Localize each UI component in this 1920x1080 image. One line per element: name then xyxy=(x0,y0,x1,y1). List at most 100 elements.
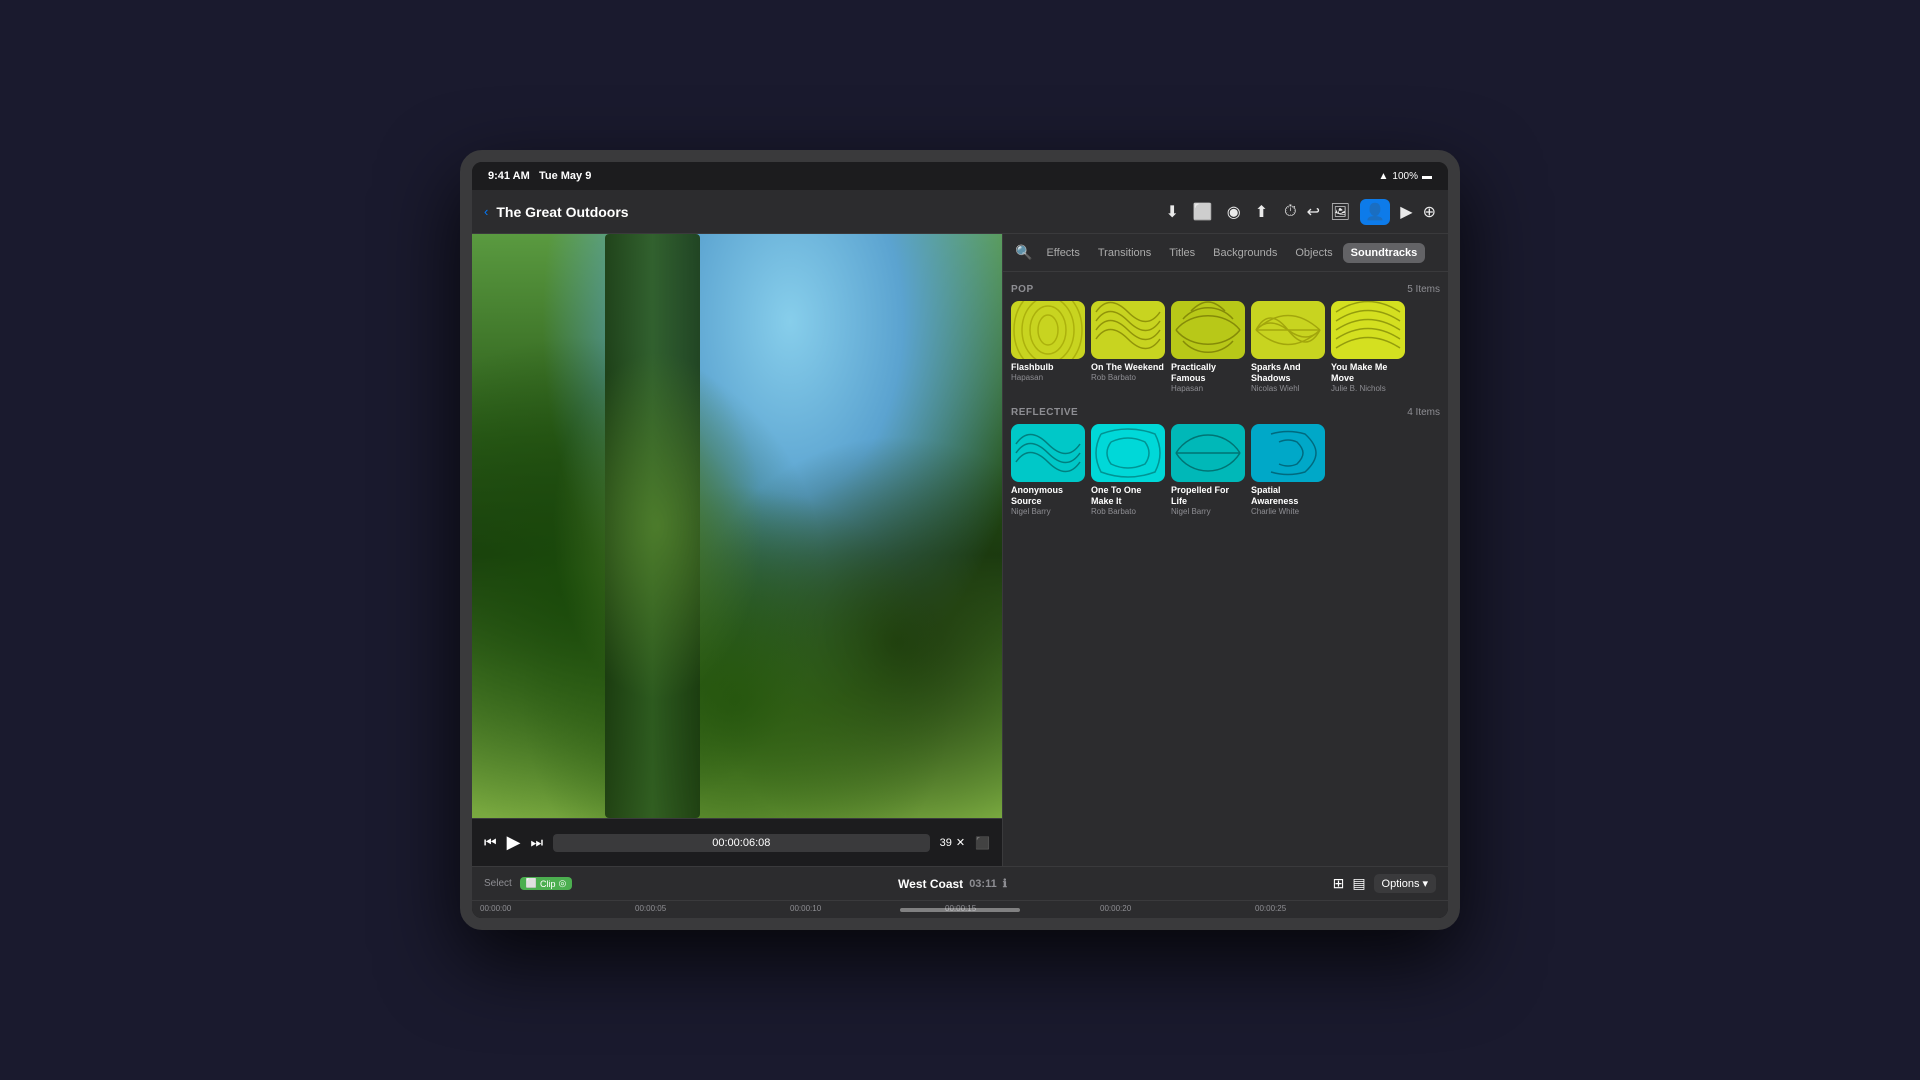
playhead xyxy=(672,919,674,930)
sound-item-propelledforlife[interactable]: Propelled For Life Nigel Barry xyxy=(1171,424,1245,516)
sound-thumb-youmakememove xyxy=(1331,301,1405,359)
sound-artist-youmakememove: Julie B. Nichols xyxy=(1331,384,1405,394)
tab-backgrounds[interactable]: Backgrounds xyxy=(1205,243,1285,263)
onetoonemake-pattern xyxy=(1091,424,1165,482)
sound-artist-spatialawareness: Charlie White xyxy=(1251,507,1325,517)
clip-badge-icon: ⬜ xyxy=(526,878,537,889)
panel-tabs: 🔍 Effects Transitions Titles Backgrounds… xyxy=(1003,234,1448,272)
playback-icon[interactable]: ▶ xyxy=(1400,202,1412,222)
sound-artist-propelledforlife: Nigel Barry xyxy=(1171,507,1245,517)
wifi-icon: ▲ xyxy=(1379,171,1389,182)
main-content: ⏮ ▶ ⏭ 00:00:06:08 39 ✕ ⬛ 🔍 Effects Trans… xyxy=(472,234,1448,866)
status-time: 9:41 AM Tue May 9 xyxy=(488,170,591,182)
sound-thumb-propelledforlife xyxy=(1171,424,1245,482)
sound-name-onetoonemake: One To One Make It xyxy=(1091,485,1165,507)
sound-name-spatialawareness: Spatial Awareness xyxy=(1251,485,1325,507)
moss-detail xyxy=(552,351,764,701)
sound-item-youmakememove[interactable]: You Make Me Move Julie B. Nichols xyxy=(1331,301,1405,393)
section-pop-title: POP xyxy=(1011,284,1034,295)
sound-thumb-flashbulb xyxy=(1011,301,1085,359)
propelledforlife-pattern xyxy=(1171,424,1245,482)
sound-item-ontheweekend[interactable]: On The Weekend Rob Barbato xyxy=(1091,301,1165,393)
sound-item-practicallyfamous[interactable]: Practically Famous Hapasan xyxy=(1171,301,1245,393)
section-pop-header: POP 5 Items xyxy=(1011,284,1440,295)
sound-item-onetoonemake[interactable]: One To One Make It Rob Barbato xyxy=(1091,424,1165,516)
clock-icon[interactable]: ⏱ xyxy=(1284,203,1296,221)
skip-forward-button[interactable]: ⏭ xyxy=(530,834,543,851)
sound-name-flashbulb: Flashbulb xyxy=(1011,362,1085,373)
sound-grid-pop: Flashbulb Hapasan xyxy=(1011,301,1440,393)
ruler-mark-2: 00:00:10 xyxy=(790,904,821,913)
timeline-layout-icon[interactable]: ▤ xyxy=(1352,875,1365,892)
clip-badge-menu-icon: ◎ xyxy=(559,878,567,889)
more-icon[interactable]: ⊕ xyxy=(1423,202,1436,222)
sound-artist-sparksshadows: Nicolas Wiehl xyxy=(1251,384,1325,394)
options-chevron-icon: ▾ xyxy=(1422,877,1428,890)
tab-soundtracks[interactable]: Soundtracks xyxy=(1343,243,1426,263)
video-preview: ⏮ ▶ ⏭ 00:00:06:08 39 ✕ ⬛ xyxy=(472,234,1002,866)
zoom-display: 39 ✕ xyxy=(940,836,965,849)
skip-back-button[interactable]: ⏮ xyxy=(484,834,497,851)
tab-effects[interactable]: Effects xyxy=(1038,243,1087,263)
ruler-mark-0: 00:00:00 xyxy=(480,904,511,913)
title-clip-main[interactable]: The Great Outdoors xyxy=(476,921,576,930)
sound-name-youmakememove: You Make Me Move xyxy=(1331,362,1405,384)
anonymoussource-pattern xyxy=(1011,424,1085,482)
timeline-info-icon[interactable]: ℹ xyxy=(1003,877,1007,890)
title-clip-bumper[interactable]: Bumper xyxy=(763,921,863,930)
time-display: 00:00:06:08 xyxy=(553,834,930,852)
voiceover-icon[interactable]: ◉ xyxy=(1227,202,1241,222)
home-indicator xyxy=(900,908,1020,912)
flashbulb-pattern xyxy=(1011,301,1085,359)
sound-name-practicallyfamous: Practically Famous xyxy=(1171,362,1245,384)
panel-search-button[interactable]: 🔍 xyxy=(1011,240,1036,265)
camera-record-icon[interactable]: ⬜ xyxy=(1193,202,1213,222)
people-icon[interactable]: 👤 xyxy=(1360,199,1390,225)
share-icon[interactable]: ⬆ xyxy=(1255,202,1268,222)
sound-item-sparksshadows[interactable]: Sparks And Shadows Nicolas Wiehl xyxy=(1251,301,1325,393)
sound-item-flashbulb[interactable]: Flashbulb Hapasan xyxy=(1011,301,1085,393)
video-frame xyxy=(472,234,1002,818)
photos-icon[interactable]: 🖼 xyxy=(1330,202,1350,222)
sound-artist-anonymoussource: Nigel Barry xyxy=(1011,507,1085,517)
right-toolbar-icons: ⏱ ↩ 🖼 👤 ▶ ⊕ xyxy=(1284,199,1436,225)
title-clip-day2[interactable]: Day 2 xyxy=(999,921,1119,930)
tab-titles[interactable]: Titles xyxy=(1161,243,1203,263)
title-clip-day1[interactable]: Day 1 xyxy=(622,921,752,930)
status-right: ▲ 100% ▬ xyxy=(1379,171,1432,182)
panel-content: POP 5 Items xyxy=(1003,272,1448,866)
sound-artist-onetoonemake: Rob Barbato xyxy=(1091,507,1165,517)
sound-thumb-onetoonemake xyxy=(1091,424,1165,482)
ontheweekend-pattern xyxy=(1091,301,1165,359)
back-button[interactable]: ‹ xyxy=(484,204,488,219)
section-reflective-count: 4 Items xyxy=(1407,407,1440,418)
sound-artist-ontheweekend: Rob Barbato xyxy=(1091,373,1165,383)
sound-thumb-spatialawareness xyxy=(1251,424,1325,482)
view-mode-icon[interactable]: ⬛ xyxy=(975,836,990,850)
sound-name-sparksshadows: Sparks And Shadows xyxy=(1251,362,1325,384)
undo-icon[interactable]: ↩ xyxy=(1307,202,1320,222)
sparksshadows-pattern xyxy=(1251,301,1325,359)
sound-item-anonymoussource[interactable]: Anonymous Source Nigel Barry xyxy=(1011,424,1085,516)
title-track: The Great Outdoors Day 1 Bumper Day 2 xyxy=(472,919,1448,930)
download-icon[interactable]: ⬇ xyxy=(1165,202,1178,222)
section-pop-count: 5 Items xyxy=(1407,284,1440,295)
section-reflective-header: REFLECTIVE 4 Items xyxy=(1011,407,1440,418)
ruler-mark-5: 00:00:25 xyxy=(1255,904,1286,913)
sound-item-spatialawareness[interactable]: Spatial Awareness Charlie White xyxy=(1251,424,1325,516)
timeline-right: ⊞ ▤ Options ▾ xyxy=(1333,874,1436,893)
spatialawareness-pattern xyxy=(1251,424,1325,482)
sound-artist-flashbulb: Hapasan xyxy=(1011,373,1085,383)
sound-thumb-practicallyfamous xyxy=(1171,301,1245,359)
play-button[interactable]: ▶ xyxy=(507,832,521,853)
timeline-center: West Coast 03:11 ℹ xyxy=(572,877,1332,891)
clip-badge: ⬜ Clip ◎ xyxy=(520,877,573,890)
tab-objects[interactable]: Objects xyxy=(1287,243,1340,263)
options-button[interactable]: Options ▾ xyxy=(1374,874,1436,893)
sound-thumb-anonymoussource xyxy=(1011,424,1085,482)
tab-transitions[interactable]: Transitions xyxy=(1090,243,1159,263)
ruler-mark-4: 00:00:20 xyxy=(1100,904,1131,913)
timeline-grid-icon[interactable]: ⊞ xyxy=(1333,875,1345,892)
timeline-tracks[interactable]: The Great Outdoors Day 1 Bumper Day 2 xyxy=(472,919,1448,930)
top-toolbar: ‹ The Great Outdoors ⬇ ⬜ ◉ ⬆ ⏱ ↩ 🖼 👤 ▶ ⊕ xyxy=(472,190,1448,234)
